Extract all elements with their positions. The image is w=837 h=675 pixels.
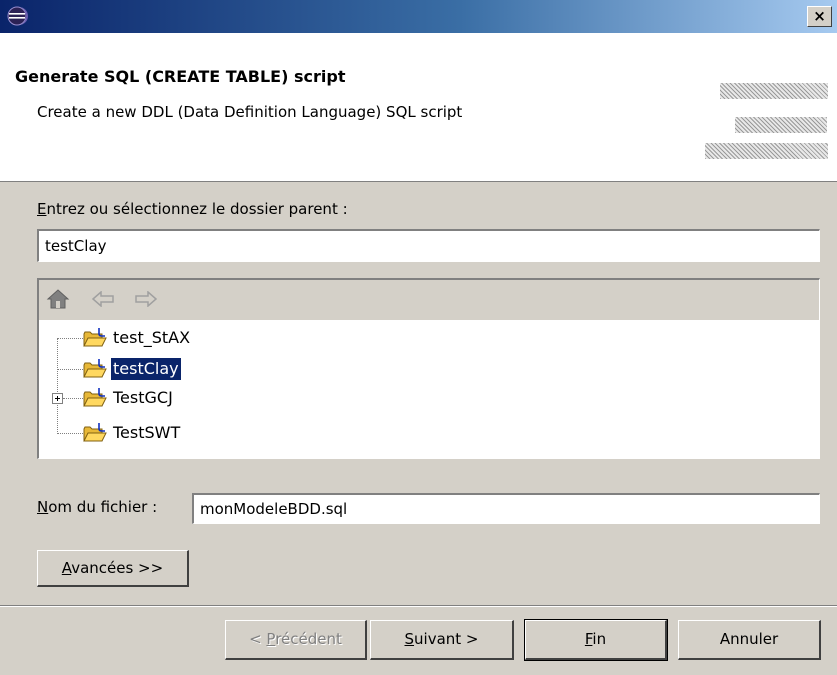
- tree-item[interactable]: test_StAX: [39, 326, 819, 352]
- file-name-input[interactable]: monModeleBDD.sql: [192, 493, 820, 524]
- banner-decoration: [735, 117, 827, 133]
- expand-icon[interactable]: [52, 393, 63, 404]
- project-folder-icon: [83, 423, 107, 442]
- parent-folder-value: testClay: [45, 237, 107, 255]
- tree-toolbar: [39, 280, 819, 320]
- tree-item-label: TestGCJ: [113, 388, 173, 407]
- file-name-value: monModeleBDD.sql: [200, 500, 348, 518]
- title-bar: ×: [0, 0, 837, 33]
- tree-list: test_StAX testClay TestGCJ TestSWT: [39, 320, 819, 458]
- banner-decoration: [720, 83, 828, 99]
- tree-item-label: testClay: [110, 357, 182, 381]
- project-folder-icon: [83, 388, 107, 407]
- back-arrow-icon[interactable]: [92, 291, 114, 307]
- close-button[interactable]: ×: [807, 6, 832, 27]
- eclipse-icon: [7, 6, 28, 26]
- parent-folder-label: Entrez ou sélectionnez le dossier parent…: [37, 200, 348, 218]
- project-folder-icon: [83, 328, 107, 347]
- close-icon: ×: [813, 7, 826, 25]
- banner-decoration: [705, 143, 828, 159]
- tree-item[interactable]: TestSWT: [39, 421, 819, 447]
- tree-item-label: TestSWT: [113, 423, 181, 442]
- project-folder-icon: [83, 359, 107, 378]
- tree-item-selected[interactable]: testClay: [39, 357, 819, 383]
- wizard-description: Create a new DDL (Data Definition Langua…: [37, 103, 463, 121]
- advanced-button[interactable]: Avancées >>: [37, 550, 189, 587]
- folder-tree[interactable]: test_StAX testClay TestGCJ TestSWT: [37, 278, 820, 459]
- forward-arrow-icon[interactable]: [135, 291, 157, 307]
- file-name-label: Nom du fichier :: [37, 498, 158, 516]
- tree-item[interactable]: TestGCJ: [39, 386, 819, 412]
- back-button[interactable]: < Précédent: [225, 620, 367, 660]
- parent-folder-input[interactable]: testClay: [37, 229, 820, 262]
- home-icon[interactable]: [46, 288, 70, 310]
- next-button[interactable]: Suivant >: [370, 620, 514, 660]
- cancel-button[interactable]: Annuler: [678, 620, 821, 660]
- wizard-banner: Generate SQL (CREATE TABLE) script Creat…: [0, 33, 837, 182]
- tree-item-label: test_StAX: [113, 328, 191, 347]
- finish-button[interactable]: Fin: [524, 619, 668, 661]
- wizard-title: Generate SQL (CREATE TABLE) script: [15, 67, 346, 86]
- footer-separator: [0, 605, 837, 607]
